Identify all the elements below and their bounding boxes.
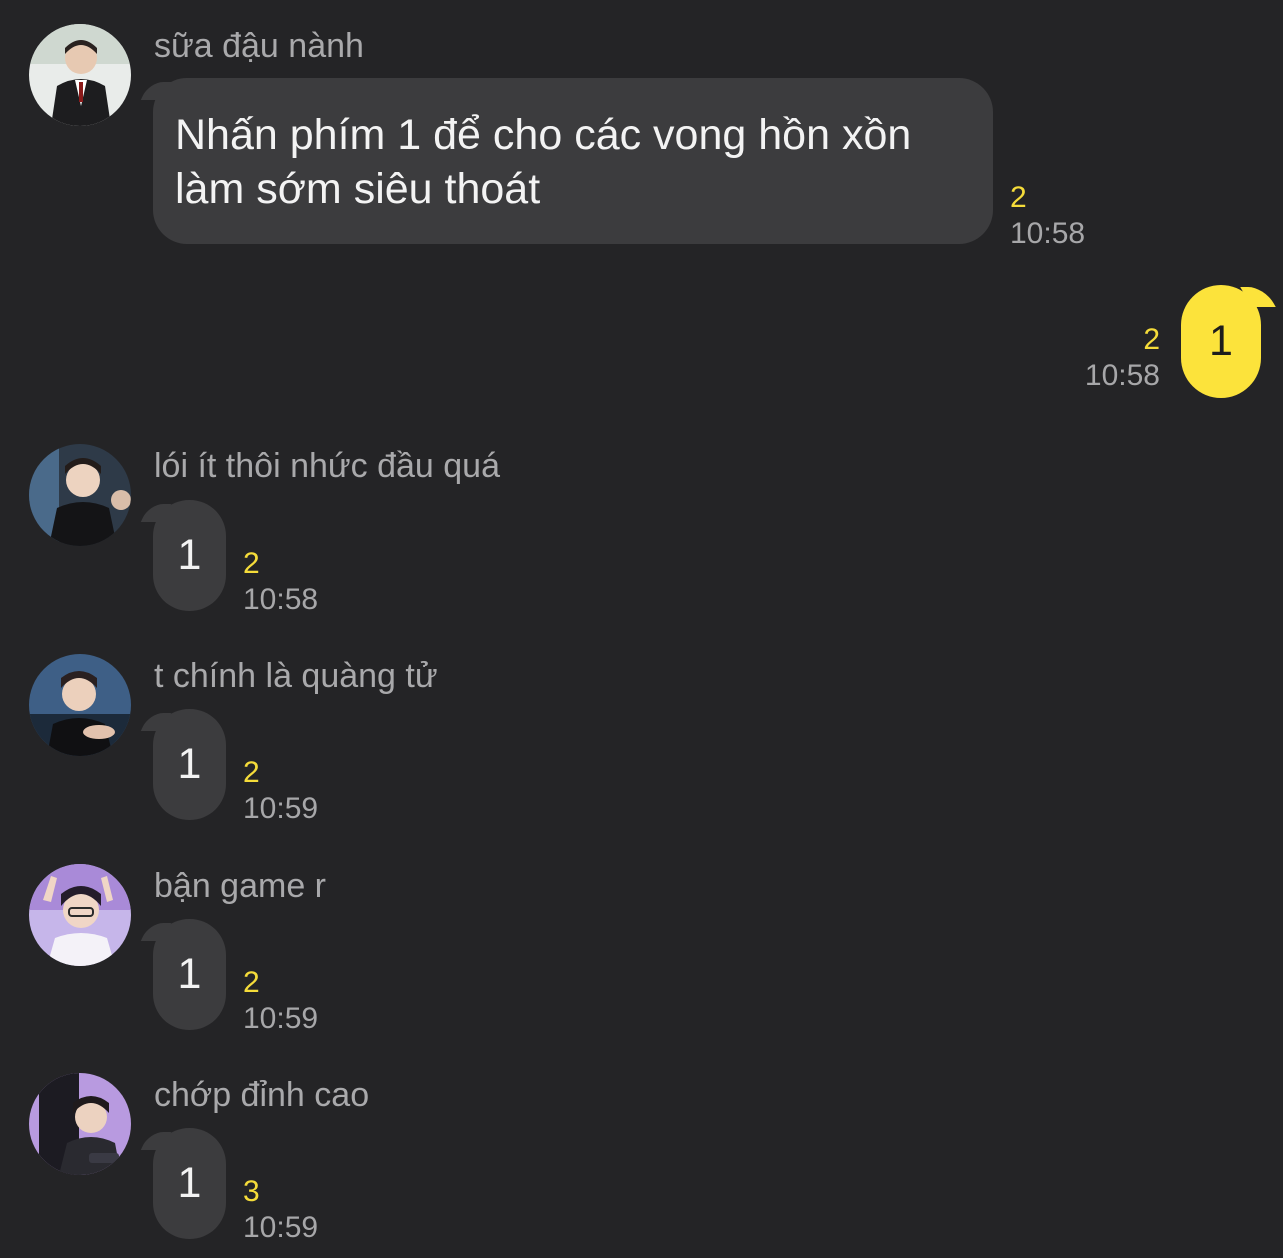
message-time: 10:58 [1084,359,1160,392]
message-time: 10:59 [243,1002,319,1035]
avatar-photo-icon [29,444,131,546]
sender-avatar[interactable] [29,24,131,126]
message-bubble[interactable]: 1 [153,919,226,1030]
message-meta: 2 10:58 [243,546,318,618]
sender-avatar[interactable] [29,864,131,966]
sender-name: bận game r [154,867,326,905]
sender-avatar[interactable] [29,444,131,546]
message-time: 10:59 [243,1211,319,1244]
message-bubble[interactable]: 1 [153,500,226,611]
avatar-photo-icon [29,24,131,126]
message-time: 10:58 [243,583,319,616]
my-message-bubble[interactable]: 1 [1181,285,1261,398]
message-text-line: làm sớm siêu thoát [175,165,541,213]
message-text: 1 [177,950,202,998]
message-meta: 2 10:59 [243,755,318,827]
message-meta: 3 10:59 [243,1174,318,1246]
avatar-photo-icon [29,1073,131,1175]
message-time: 10:59 [243,792,319,825]
message-time: 10:58 [1010,217,1086,250]
unread-count: 2 [243,966,260,999]
message-meta: 2 10:58 [1060,322,1160,394]
sender-name: t chính là quàng tử [154,657,438,695]
message-bubble[interactable]: 1 [153,709,226,820]
unread-count: 2 [1010,181,1027,214]
sender-avatar[interactable] [29,654,131,756]
message-meta: 2 10:58 [1010,180,1085,252]
unread-count: 2 [243,547,260,580]
message-text: 1 [177,1159,202,1207]
sender-name: lói ít thôi nhức đầu quá [154,447,500,485]
sender-name: chớp đỉnh cao [154,1076,370,1114]
message-text-line: Nhấn phím 1 để cho các vong hồn xồn [175,111,912,159]
unread-count: 2 [243,756,260,789]
message-text: 1 [1209,317,1233,365]
unread-count: 3 [243,1175,260,1208]
avatar-photo-icon [29,654,131,756]
avatar-photo-icon [29,864,131,966]
message-text: 1 [177,740,202,788]
message-text: 1 [177,531,202,579]
sender-name: sữa đậu nành [154,27,364,65]
message-meta: 2 10:59 [243,965,318,1037]
message-bubble[interactable]: Nhấn phím 1 để cho các vong hồn xồn làm … [153,78,993,244]
unread-count: 2 [1143,323,1160,356]
sender-avatar[interactable] [29,1073,131,1175]
message-bubble[interactable]: 1 [153,1128,226,1239]
